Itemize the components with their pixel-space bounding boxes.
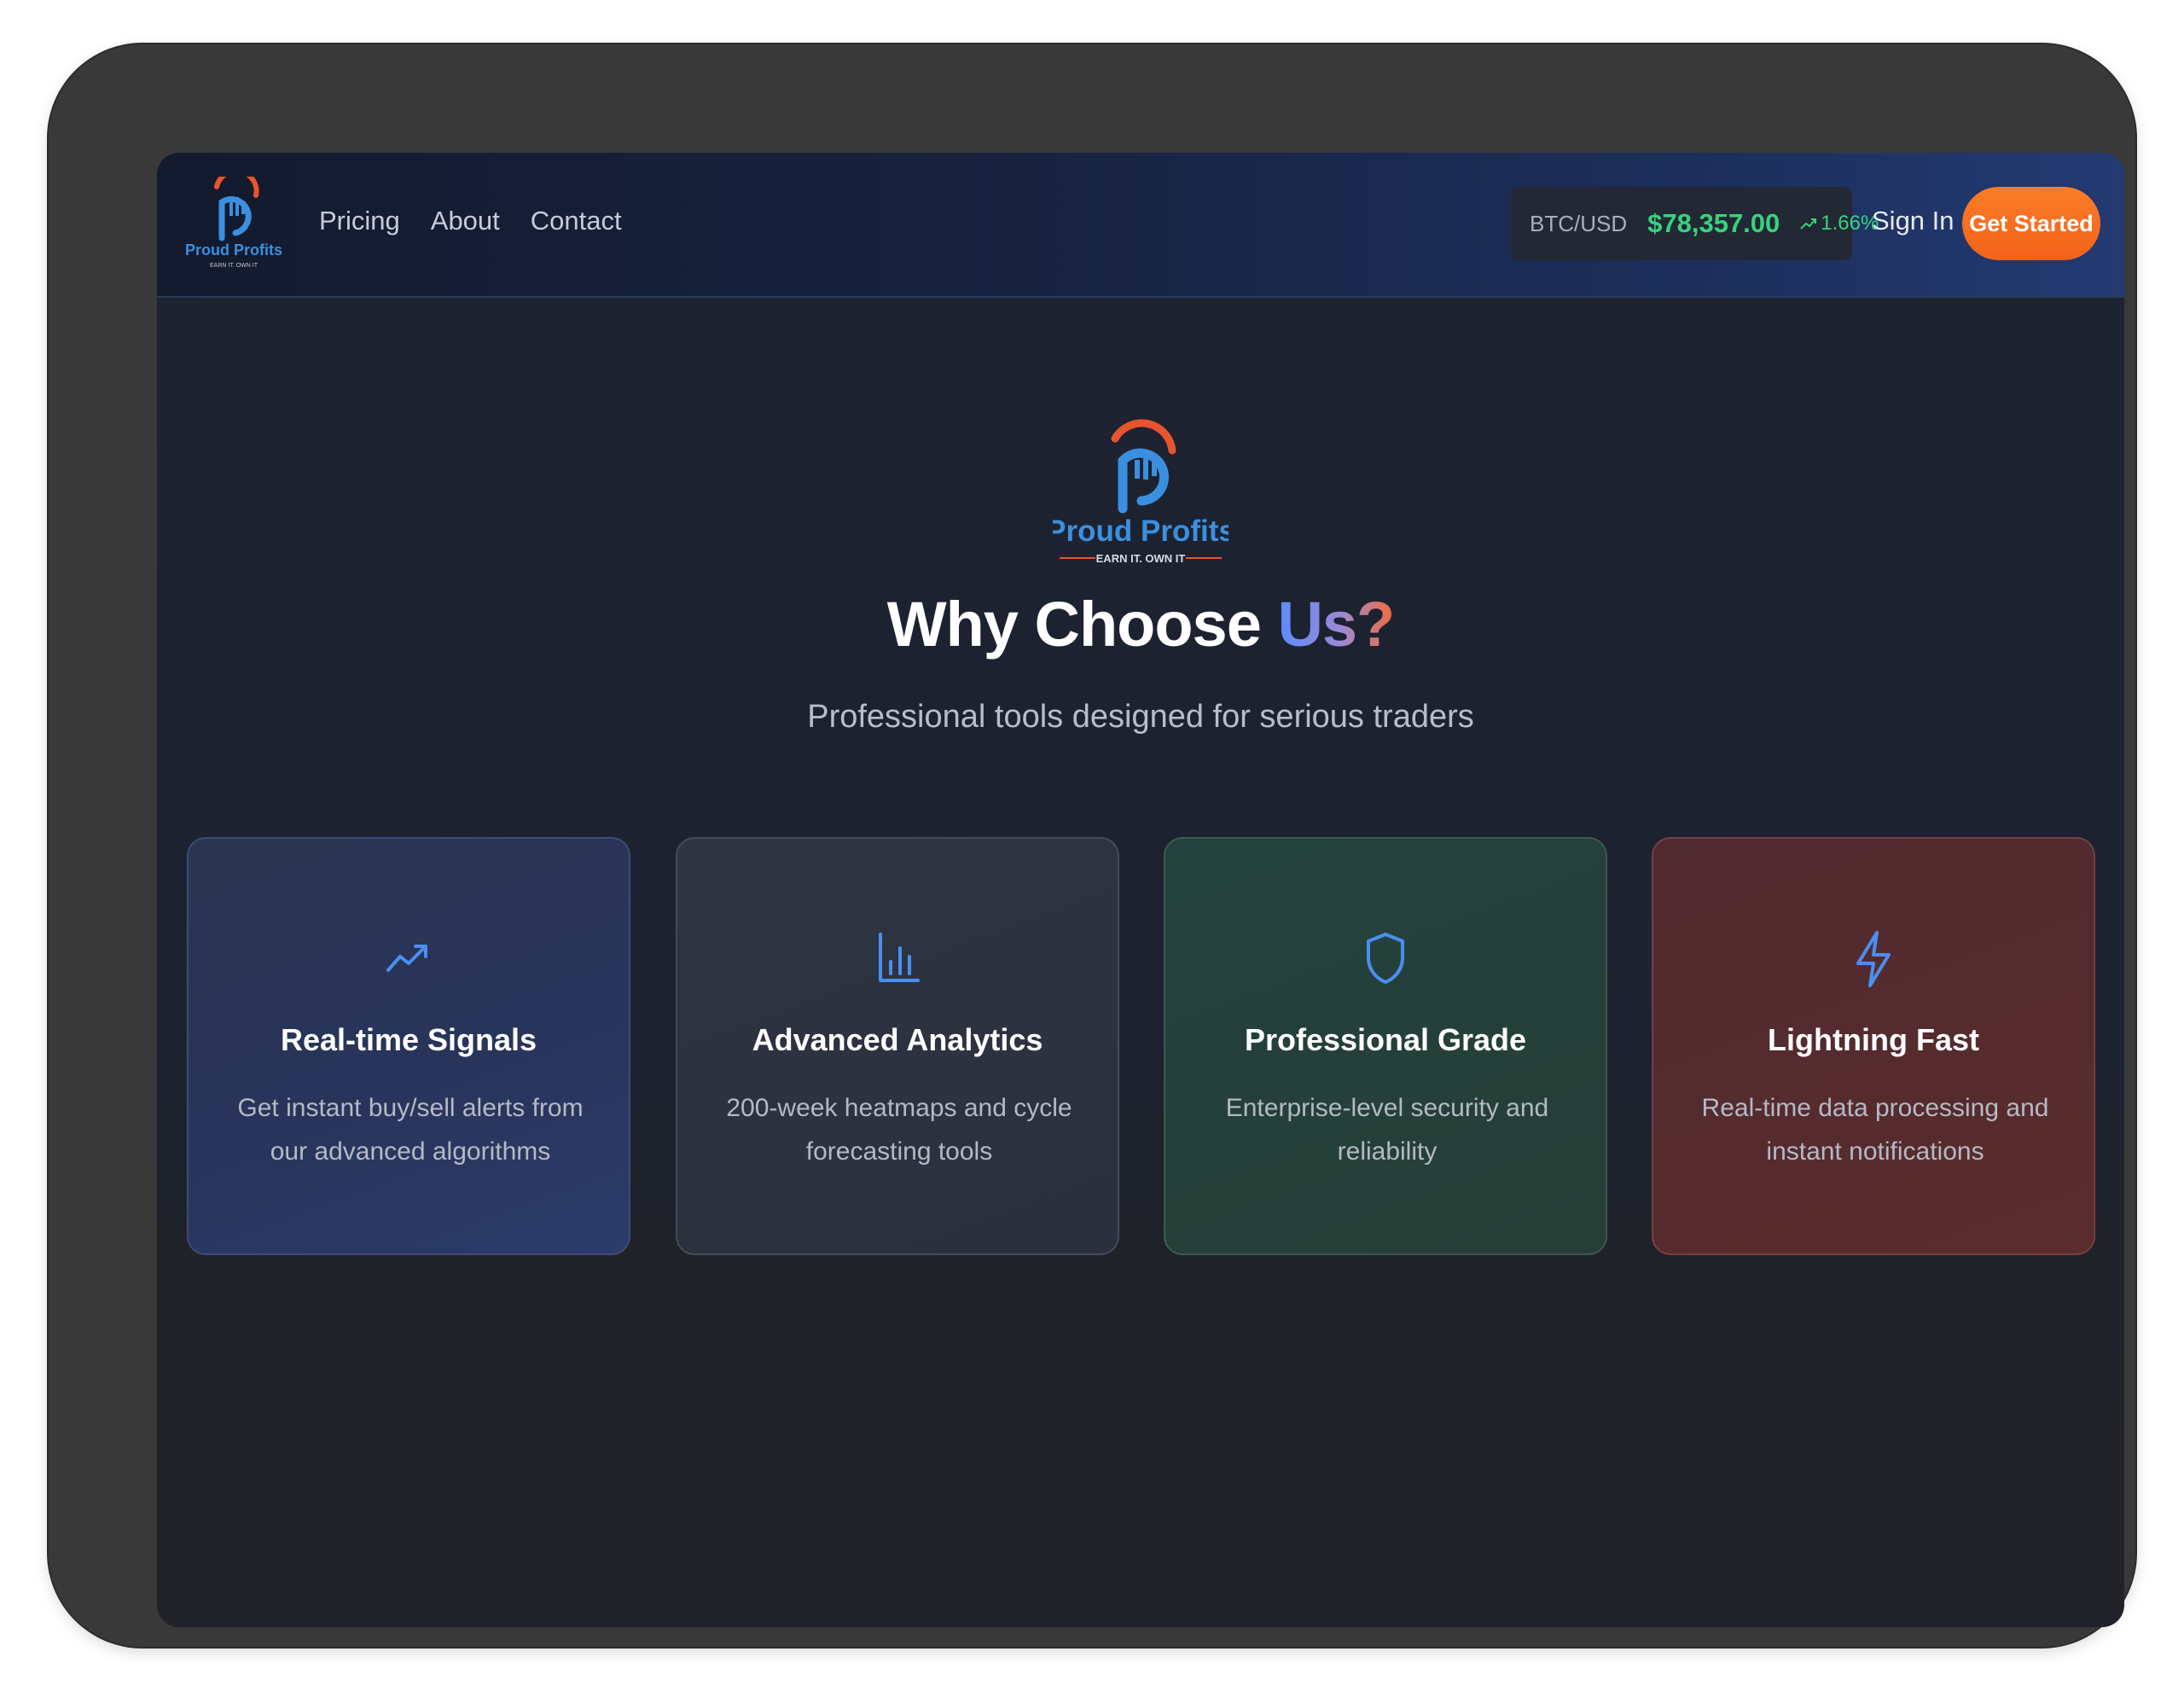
feature-cards: Real-time Signals Get instant buy/sell a… [187, 837, 2098, 1255]
price-ticker: BTC/USD $78,357.00 1.66% [1511, 187, 1879, 260]
ticker-pair: BTC/USD [1530, 210, 1628, 236]
feature-description: Get instant buy/sell alerts from our adv… [237, 1094, 584, 1166]
feature-description: 200-week heatmaps and cycle forecasting … [726, 1094, 1072, 1166]
brand-tagline: EARN IT. OWN IT [210, 263, 258, 269]
feature-title: Real-time Signals [280, 1022, 537, 1057]
sign-in-link[interactable]: Sign In [1872, 206, 1955, 236]
feature-description: Enterprise-level security and reliabilit… [1225, 1094, 1549, 1166]
nav-link-contact[interactable]: Contact [531, 206, 622, 236]
screen: Proud Profits EARN IT. OWN IT Pricing Ab… [157, 153, 2124, 1627]
feature-description: Real-time data processing and instant no… [1701, 1094, 2049, 1166]
trending-up-icon [386, 945, 427, 972]
get-started-button[interactable]: Get Started [1962, 187, 2100, 260]
section-title: Why Choose Us? [157, 588, 2124, 660]
brand-name: Proud Profits [185, 241, 282, 259]
section-title-main: Why Choose [886, 589, 1278, 660]
nav-link-about[interactable]: About [431, 206, 500, 236]
hero-logo: Proud Profits EARN IT. OWN IT [1053, 419, 1228, 565]
ticker-change: 1.66% [1800, 212, 1879, 236]
feature-title: Lightning Fast [1768, 1022, 1979, 1057]
ticker-price: $78,357.00 [1647, 208, 1780, 238]
section-subtitle: Professional tools designed for serious … [807, 699, 1474, 735]
top-navbar: Proud Profits EARN IT. OWN IT Pricing Ab… [157, 153, 2124, 298]
feature-title: Advanced Analytics [752, 1022, 1043, 1057]
lightning-icon [1856, 931, 1891, 987]
trending-up-icon [1800, 218, 1817, 230]
hero-brand-tagline: EARN IT. OWN IT [1096, 552, 1186, 565]
nav-links: Pricing About Contact [319, 206, 622, 236]
tablet-frame: Proud Profits EARN IT. OWN IT Pricing Ab… [49, 44, 2135, 1647]
ticker-change-value: 1.66% [1821, 212, 1879, 235]
feature-card-professional-grade[interactable]: Professional Grade Enterprise-level secu… [1164, 837, 1607, 1255]
bar-chart-icon [879, 933, 920, 982]
feature-card-lightning-fast[interactable]: Lightning Fast Real-time data processing… [1652, 837, 2095, 1255]
feature-title: Professional Grade [1244, 1022, 1527, 1057]
brand-logo[interactable]: Proud Profits EARN IT. OWN IT [184, 177, 283, 270]
section-title-accent: Us? [1277, 589, 1395, 660]
feature-card-realtime-signals[interactable]: Real-time Signals Get instant buy/sell a… [187, 837, 630, 1255]
nav-link-pricing[interactable]: Pricing [319, 206, 400, 236]
shield-icon [1367, 933, 1404, 984]
feature-card-advanced-analytics[interactable]: Advanced Analytics 200-week heatmaps and… [676, 837, 1119, 1255]
hero-brand-name: Proud Profits [1053, 515, 1228, 548]
